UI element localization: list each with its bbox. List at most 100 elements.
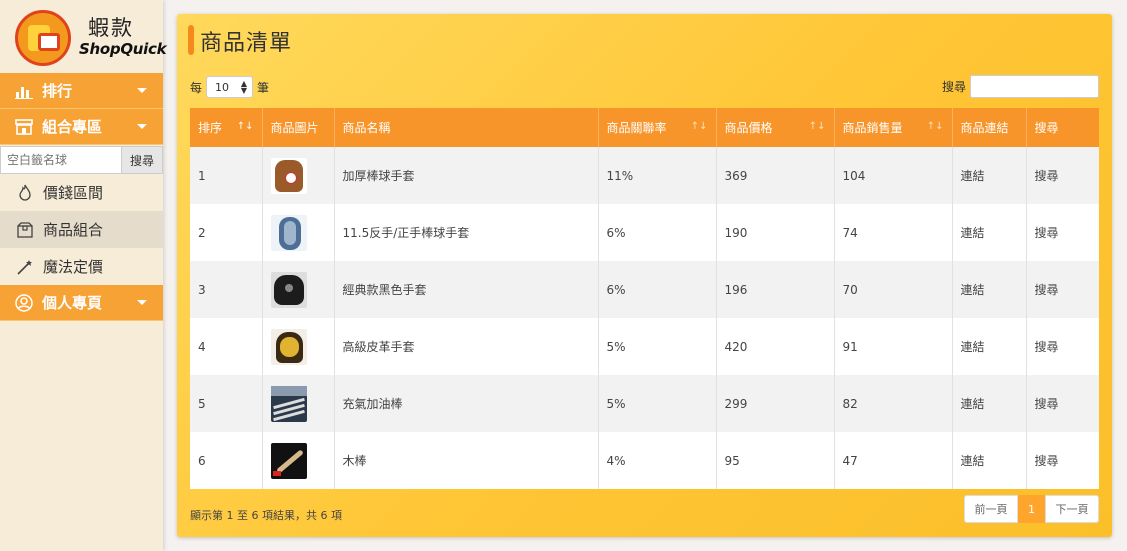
user-circle-icon: [14, 293, 34, 312]
sidebar-search-input[interactable]: [0, 146, 121, 174]
cell-image: [262, 261, 335, 318]
column-header-price[interactable]: 商品價格 ↑↓: [716, 108, 835, 147]
table-row: 2 11.5反手/正手棒球手套 6% 190 74 連結 搜尋: [190, 204, 1099, 261]
sidebar-item-price-range[interactable]: 價錢區間: [0, 174, 163, 211]
baseball-glove-thumbnail: [270, 157, 307, 194]
cell-price: 369: [716, 147, 835, 204]
logo[interactable]: 蝦款 ShopQuick: [0, 0, 167, 73]
cell-price: 196: [716, 261, 835, 318]
blue-glove-thumbnail: [270, 214, 307, 251]
cell-sales: 104: [834, 147, 953, 204]
sidebar-search-button[interactable]: 搜尋: [121, 146, 163, 174]
package-icon: [15, 221, 35, 239]
cell-sales: 47: [834, 432, 953, 489]
cell-rank: 2: [190, 204, 263, 261]
product-search-link[interactable]: 搜尋: [1026, 147, 1099, 204]
product-link[interactable]: 連結: [952, 375, 1027, 432]
next-page-button[interactable]: 下一頁: [1045, 495, 1099, 523]
bar-chart-icon: [14, 82, 34, 100]
sidebar-item-profile[interactable]: 個人專頁: [0, 285, 163, 321]
column-header-search: 搜尋: [1034, 121, 1059, 135]
storefront-icon: [14, 118, 34, 136]
cell-rank: 6: [190, 432, 263, 489]
pagination: 前一頁 1 下一頁: [964, 495, 1099, 523]
wooden-bat-thumbnail: [270, 442, 307, 479]
page-title: 商品清單: [200, 31, 293, 56]
sidebar-item-combo-zone[interactable]: 組合專區: [0, 109, 163, 145]
cell-rate: 5%: [598, 375, 717, 432]
flame-icon: [15, 184, 35, 202]
sidebar-item-label: 排行: [42, 82, 73, 100]
column-header-sales[interactable]: 商品銷售量 ↑↓: [834, 108, 953, 147]
cell-sales: 91: [834, 318, 953, 375]
product-search-link[interactable]: 搜尋: [1026, 432, 1099, 489]
column-header-rank[interactable]: 排序 ↑↓: [190, 108, 263, 147]
cell-sales: 82: [834, 375, 953, 432]
column-header-link: 商品連結: [952, 108, 1027, 147]
cell-name: 11.5反手/正手棒球手套: [334, 204, 599, 261]
cell-name: 充氣加油棒: [334, 375, 599, 432]
cell-name: 木棒: [334, 432, 599, 489]
table-info: 顯示第 1 至 6 項結果，共 6 項: [190, 509, 342, 522]
sort-icon: ↑↓: [808, 121, 826, 132]
column-header-rate[interactable]: 商品關聯率 ↑↓: [598, 108, 717, 147]
product-table: 排序 ↑↓ 商品圖片 商品名稱 商品關聯率 ↑↓ 商品價格 ↑↓ 商品銷售量 ↑↓ 商品…: [190, 108, 1099, 489]
length-prefix: 每: [190, 80, 203, 95]
length-suffix: 筆: [257, 80, 270, 95]
cell-image: [262, 204, 335, 261]
cell-rank: 4: [190, 318, 263, 375]
cell-price: 299: [716, 375, 835, 432]
cell-rank: 1: [190, 147, 263, 204]
shrimp-logo-icon: [15, 10, 71, 66]
product-link[interactable]: 連結: [952, 318, 1027, 375]
product-link[interactable]: 連結: [952, 204, 1027, 261]
cell-price: 95: [716, 432, 835, 489]
sidebar-item-label: 組合專區: [42, 118, 103, 136]
table-header-row: 排序 ↑↓ 商品圖片 商品名稱 商品關聯率 ↑↓ 商品價格 ↑↓ 商品銷售量 ↑↓ 商品…: [190, 108, 1099, 147]
table-row: 3 經典款黑色手套 6% 196 70 連結 搜尋: [190, 261, 1099, 318]
select-arrows-icon: ▲ ▼: [240, 79, 248, 95]
product-link[interactable]: 連結: [952, 432, 1027, 489]
page-1-button[interactable]: 1: [1018, 495, 1045, 523]
product-search-link[interactable]: 搜尋: [1026, 261, 1099, 318]
cell-rate: 6%: [598, 261, 717, 318]
chevron-down-icon: [137, 124, 147, 129]
sidebar-item-product-combo[interactable]: 商品組合: [0, 211, 163, 248]
page-length-value: 10: [215, 80, 230, 94]
sort-asc-icon: ↑↓: [236, 121, 254, 132]
black-glove-thumbnail: [270, 271, 307, 308]
title-accent-bar: [188, 25, 194, 55]
page-length-control: 每 10 ▲ ▼ 筆: [190, 76, 269, 98]
cell-rate: 4%: [598, 432, 717, 489]
sidebar-item-ranking[interactable]: 排行: [0, 73, 163, 109]
chevron-down-icon: [137, 300, 147, 305]
cell-rank: 5: [190, 375, 263, 432]
sidebar: 蝦款 ShopQuick 排行 組合專區 搜尋 價錢區間 商品組合: [0, 0, 167, 551]
column-header-image: 商品圖片: [262, 108, 335, 147]
product-search-link[interactable]: 搜尋: [1026, 204, 1099, 261]
logo-chinese-text: 蝦款: [88, 16, 134, 40]
product-search-link[interactable]: 搜尋: [1026, 318, 1099, 375]
sidebar-item-magic-pricing[interactable]: 魔法定價: [0, 248, 163, 285]
sidebar-search: 搜尋: [0, 146, 163, 174]
page-length-select[interactable]: 10 ▲ ▼: [206, 76, 254, 98]
product-link[interactable]: 連結: [952, 261, 1027, 318]
cell-name: 經典款黑色手套: [334, 261, 599, 318]
cell-image: [262, 147, 335, 204]
prev-page-button[interactable]: 前一頁: [964, 495, 1018, 523]
product-search-link[interactable]: 搜尋: [1026, 375, 1099, 432]
cell-price: 190: [716, 204, 835, 261]
search-label: 搜尋: [941, 80, 966, 94]
cell-rate: 11%: [598, 147, 717, 204]
cell-name: 高級皮革手套: [334, 318, 599, 375]
cell-sales: 74: [834, 204, 953, 261]
cell-rank: 3: [190, 261, 263, 318]
product-link[interactable]: 連結: [952, 147, 1027, 204]
cell-sales: 70: [834, 261, 953, 318]
column-header-name: 商品名稱: [334, 108, 599, 147]
sidebar-item-label: 商品組合: [43, 221, 104, 239]
cheer-sticks-thumbnail: [270, 385, 307, 422]
table-search-input[interactable]: [970, 75, 1099, 98]
table-row: 4 高級皮革手套 5% 420 91 連結 搜尋: [190, 318, 1099, 375]
table-row: 6 木棒 4% 95 47 連結 搜尋: [190, 432, 1099, 489]
